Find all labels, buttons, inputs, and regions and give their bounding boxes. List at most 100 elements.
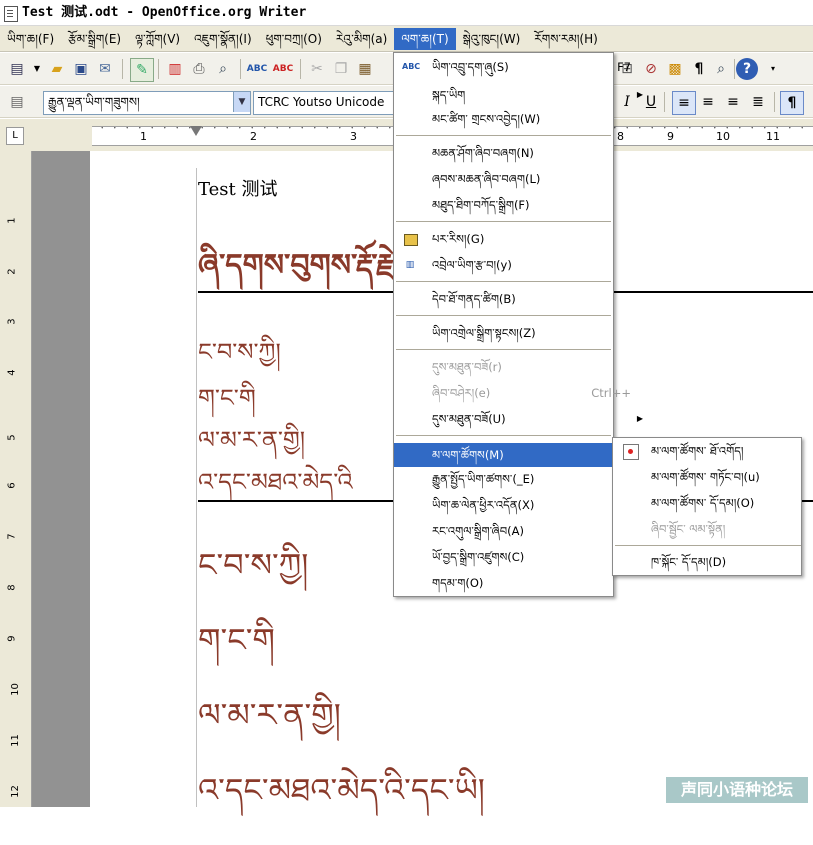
pilcrow-icon[interactable]: ¶ [688, 58, 710, 80]
menu-item-label: མང་ཚིག་ གྲངས་འབྱེད།(W) [432, 112, 541, 126]
submenu-item-organize-macros[interactable]: མ་ལག་ཚོགས་ དོ་དམ།(O) ▶ [613, 491, 813, 515]
new-document-icon[interactable]: ▤ [6, 58, 28, 80]
menu-item-label: དེབ་ཐོ་གནད་ཚིག(B) [432, 292, 516, 306]
document-line: Test 测试 [198, 179, 278, 200]
ruler-number: 2 [6, 268, 18, 275]
pdf-export-icon[interactable]: ▥ [164, 58, 186, 80]
submenu-item-run-macro[interactable]: མ་ལག་ཚོགས་ གཏོང་བ།(u) [613, 465, 813, 489]
menu-item-label: ཡིག་ཆ་ལེན་ཕྱིར་འདོན(X) [432, 498, 535, 512]
menu-help[interactable]: རོགས་རམ།(H) [527, 28, 605, 50]
tab-stop-selector[interactable]: L [6, 127, 24, 145]
cut-icon[interactable]: ✂ [306, 58, 328, 80]
print-icon[interactable]: ⎙ [188, 58, 210, 80]
spellcheck-icon[interactable]: ABC [246, 58, 268, 80]
align-center-icon[interactable]: ≡ [697, 91, 719, 113]
ruler-number: 6 [6, 482, 18, 489]
submenu-item-label: མ་ལག་ཚོགས་ ཐོ་འགོད། [651, 444, 744, 458]
ruler-number: 9 [6, 635, 18, 642]
menu-item-label: རྒྱུན་སྤྱོད་ཡིག་ཚགས་(_E) [432, 472, 535, 486]
edit-mode-icon[interactable]: ✎ [130, 58, 154, 82]
menu-item-label: ཞིབ་བཤེར།(e) [432, 386, 491, 400]
paragraph-ltr-icon[interactable]: ¶ [780, 91, 804, 115]
menu-view[interactable]: ལྟ་ཀློག(V) [128, 28, 187, 50]
menu-item-update-disabled: དུས་མཐུན་བཟོ(r) [394, 355, 651, 379]
ruler-number: 10 [716, 130, 730, 143]
ruler-number: 7 [6, 533, 18, 540]
menu-edit[interactable]: རྩོམ་སྒྲིག(E) [61, 28, 128, 50]
page-margin-background [32, 151, 90, 807]
ruler-number: 12 [9, 785, 21, 798]
toolbar-options-icon[interactable]: ▾ [762, 58, 784, 80]
image-icon[interactable]: ▩ [664, 58, 686, 80]
ruler-number: 1 [140, 130, 147, 143]
menu-table[interactable]: རེའུ་མིག(a) [329, 28, 394, 50]
indent-marker-icon[interactable] [190, 126, 202, 146]
menu-item-update[interactable]: དུས་མཐུན་བཟོ(U) ▶ [394, 407, 651, 431]
chevron-down-icon[interactable]: ▼ [26, 58, 48, 80]
menu-item-calculate-disabled: ཞིབ་བཤེར།(e) Ctrl++ [394, 381, 651, 405]
gallery-icon [404, 234, 418, 246]
ruler-number: 9 [667, 130, 674, 143]
ruler-number: 1 [6, 217, 18, 224]
open-folder-icon[interactable]: ▰ [46, 58, 68, 80]
ruler-number: 11 [766, 130, 780, 143]
menu-item-label: མཐུད་ཐིག་བཀོད་སྒྲིག(F) [432, 198, 530, 212]
autospellcheck-icon[interactable]: ABC [272, 58, 294, 80]
submenu-arrow-icon: ▶ [636, 414, 643, 423]
zoom-icon[interactable]: ⌕ [710, 58, 732, 80]
submenu-item-label: མ་ལག་ཚོགས་ གཏོང་བ།(u) [651, 470, 760, 484]
menu-tools[interactable]: ལག་ཆ།(T) [394, 27, 456, 50]
ruler-number: 5 [6, 434, 18, 441]
menu-item-line-numbering[interactable]: མཐུད་ཐིག་བཀོད་སྒྲིག(F) [394, 193, 651, 217]
paragraph-style-select[interactable]: རྒྱུན་ལྡན་ཡིག་གཟུགས། ▼ [43, 91, 251, 115]
menu-item-bibliography[interactable]: ▥ འབྲེལ་ཡིག་རྩ་བ།(y) [394, 253, 651, 277]
document-icon [4, 6, 18, 22]
horizontal-rule [198, 291, 394, 293]
paste-icon[interactable]: ▦ [354, 58, 376, 80]
submenu-item-organize-dialogs[interactable]: ཁ་སྐོང་ དོ་དམ།(D) [613, 550, 813, 574]
window-title: Test 测试.odt - OpenOffice.org Writer [22, 5, 307, 20]
forum-watermark: 声同小语种论坛 [666, 777, 808, 803]
submenu-arrow-icon: ▶ [636, 90, 643, 99]
menu-item-outline-numbering[interactable]: མཆན་ཤོག་ཞིབ་བཞག(N) [394, 141, 651, 165]
database-icon: ▥ [405, 260, 415, 270]
ruler-number: 4 [6, 369, 18, 376]
font-name-select[interactable]: TCRC Youtso Unicode [253, 91, 408, 115]
menu-item-word-count[interactable]: མང་ཚིག་ གྲངས་འབྱེད།(W) [394, 107, 651, 131]
print-preview-icon[interactable]: ⌕ [212, 58, 234, 80]
submenu-item-record-macro[interactable]: མ་ལག་ཚོགས་ ཐོ་འགོད། [613, 439, 813, 463]
menu-item-gallery[interactable]: པར་རིས།(G) [394, 227, 651, 251]
menu-format[interactable]: ཕུག་བཀྲ།(O) [259, 28, 329, 50]
menu-item-label: ཞབས་མཆན་ཞིབ་བཞག(L) [432, 172, 541, 186]
save-icon[interactable]: ▣ [70, 58, 92, 80]
tools-menu: ABC ཡིག་འབྲུ་དག་ཞུ(S) F7 སྐད་ཡིག ▶ མང་ཚི… [393, 52, 651, 597]
vertical-ruler[interactable]: 1 2 3 4 5 6 7 8 9 10 11 12 [0, 151, 32, 807]
menu-window[interactable]: སྒེའུ་ཁུང།(W) [456, 28, 528, 50]
menu-item-index[interactable]: དེབ་ཐོ་གནད་ཚིག(B) [394, 287, 651, 311]
menu-file[interactable]: ཡིག་ཆ།(F) [0, 28, 61, 50]
menu-item-label: ཡིག་འགྲེལ་སྒྲིག་སྟངས།(Z) [432, 326, 536, 340]
align-left-icon[interactable]: ≡ [672, 91, 696, 115]
copy-icon[interactable]: ❐ [330, 58, 352, 80]
chevron-down-icon[interactable]: ▼ [233, 92, 250, 112]
email-icon[interactable]: ✉ [94, 58, 116, 80]
ruler-number: 3 [350, 130, 357, 143]
menu-insert[interactable]: འཇུག་སྣོན།(I) [187, 28, 259, 50]
submenu-item-digital-signature: ཞིབ་སྦྱོང་ ལམ་སྟོན། [613, 517, 813, 541]
menu-item-footnotes[interactable]: ཞབས་མཆན་ཞིབ་བཞག(L) [394, 167, 651, 191]
paragraph-style-value: རྒྱུན་ལྡན་ཡིག་གཟུགས། [48, 95, 140, 109]
menu-item-spellcheck[interactable]: ABC ཡིག་འབྲུ་དག་ཞུ(S) F7 [394, 55, 651, 79]
menu-item-language[interactable]: སྐད་ཡིག ▶ [394, 83, 651, 107]
font-name-value: TCRC Youtso Unicode [258, 95, 385, 109]
ruler-number: 11 [9, 734, 21, 747]
styles-icon[interactable]: ▤ [6, 91, 28, 113]
document-heading: ཞི་དགས་བུགས་རྡོ་རྗེ [198, 248, 394, 283]
align-right-icon[interactable]: ≡ [722, 91, 744, 113]
help-icon[interactable]: ? [736, 58, 758, 80]
menu-item-sort[interactable]: ཡིག་འགྲེལ་སྒྲིག་སྟངས།(Z) [394, 321, 651, 345]
menu-item-label: དུས་མཐུན་བཟོ(r) [432, 360, 502, 374]
menu-shortcut: F7 [617, 60, 631, 74]
record-macro-icon [623, 444, 639, 460]
menu-item-label: མཆན་ཤོག་ཞིབ་བཞག(N) [432, 146, 534, 160]
justify-icon[interactable]: ≣ [747, 91, 769, 113]
